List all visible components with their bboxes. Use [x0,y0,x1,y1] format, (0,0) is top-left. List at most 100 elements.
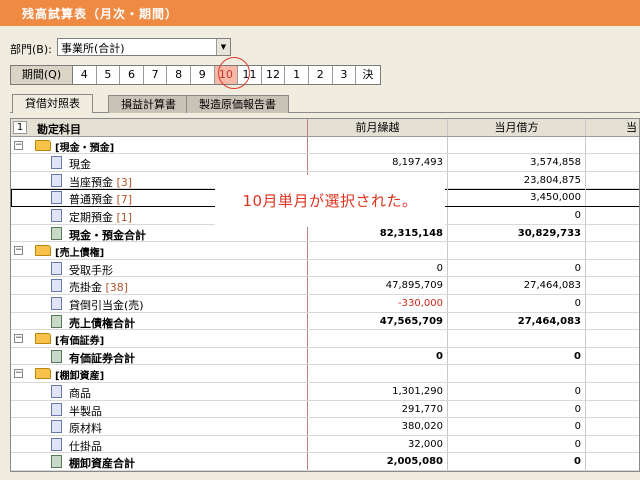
total-row[interactable]: 有価証券合計 0 0 [11,347,639,366]
debit-cell: 3,574,858 [448,154,586,171]
period-month-4[interactable]: 8 [167,66,191,84]
account-row[interactable]: 現金 8,197,493 3,574,858 [11,154,639,172]
credit-cell [586,154,639,171]
prev-balance-cell [308,242,448,259]
debit-cell [448,242,586,259]
prev-balance-cell: 47,565,709 [308,312,448,330]
period-button[interactable]: 期間(Q) [11,66,73,84]
account-name: 貸倒引当金(売) [69,297,144,313]
period-month-5[interactable]: 9 [191,66,215,84]
account-name: [棚卸資産] [55,367,104,382]
total-doc-icon [51,349,62,363]
credit-cell [586,436,639,453]
folder-icon [35,245,51,257]
total-row[interactable]: 売上債権合計 47,565,709 27,464,083 [11,312,639,331]
account-name: [売上債権] [55,244,104,259]
account-name: 普通預金 [7] [69,191,132,207]
tab-manufacturing-cost[interactable]: 製造原価報告書 [186,95,289,113]
credit-cell [586,207,639,224]
debit-cell: 0 [448,383,586,400]
account-row[interactable]: 商品 1,301,290 0 [11,383,639,401]
collapse-toggle-icon[interactable]: − [14,246,23,256]
debit-cell: 27,464,083 [448,312,586,330]
debit-cell: 0 [448,435,586,453]
account-name: 現金・預金合計 [69,227,146,243]
account-name-text: 棚卸資産合計 [69,457,135,471]
account-name-text: 当座預金 [69,175,113,189]
account-name: 半製品 [69,403,102,419]
credit-cell [586,383,639,400]
account-name: 当座預金 [3] [69,174,132,190]
collapse-toggle-icon[interactable]: − [14,334,23,344]
period-month-2[interactable]: 6 [120,66,144,84]
period-month-11[interactable]: 3 [333,66,357,84]
prev-balance-cell: -330,000 [308,295,448,312]
column-header-account[interactable]: 勘定科目 [37,121,81,137]
collapse-toggle-icon[interactable]: − [14,140,23,150]
chevron-down-icon[interactable]: ▼ [216,39,230,55]
account-name: [有価証券] [55,332,104,347]
account-doc-icon [51,420,62,434]
tab-balance-sheet[interactable]: 貸借対照表 [12,94,93,113]
account-name: 原材料 [69,420,102,436]
callout-note: 10月単月が選択された。 [215,175,445,227]
account-row[interactable]: 原材料 380,020 0 [11,418,639,436]
column-header-prev-balance[interactable]: 前月繰越 [308,119,448,136]
credit-cell [586,313,639,330]
debit-cell: 0 [448,418,586,435]
period-month-3[interactable]: 7 [144,66,168,84]
department-select[interactable]: 事業所(合計) ▼ [57,38,231,56]
account-doc-icon [51,209,62,222]
row-number-header[interactable]: 1 [13,121,27,134]
account-name: 棚卸資産合計 [69,455,135,471]
category-row[interactable]: − [現金・預金] [11,136,639,155]
period-month-1[interactable]: 5 [97,66,121,84]
period-month-10[interactable]: 2 [309,66,333,84]
account-doc-icon [51,191,62,205]
period-month-0[interactable]: 4 [73,66,97,84]
prev-balance-cell: 380,020 [308,418,448,435]
period-month-9[interactable]: 1 [285,66,309,84]
prev-balance-cell: 2,005,080 [308,453,448,470]
category-row[interactable]: − [売上債権] [11,242,639,260]
prev-balance-cell: 0 [308,259,448,277]
account-row[interactable]: 貸倒引当金(売) -330,000 0 [11,295,639,313]
account-name-text: 原材料 [69,422,102,436]
total-row[interactable]: 棚卸資産合計 2,005,080 0 [11,453,639,471]
prev-balance-cell: 0 [308,347,448,365]
tab-income-statement[interactable]: 損益計算書 [108,95,189,113]
account-row[interactable]: 仕掛品 32,000 0 [11,435,639,454]
period-selector: 期間(Q) 4 5 6 7 8 9 10 11 12 1 2 3 決 [10,65,381,85]
account-row[interactable]: 受取手形 0 0 [11,259,639,278]
period-month-8[interactable]: 12 [262,66,286,84]
prev-balance-cell: 32,000 [308,435,448,453]
prev-balance-cell: 47,895,709 [308,277,448,294]
debit-cell [448,330,586,347]
credit-cell [586,418,639,435]
account-name-text: 仕掛品 [69,439,102,453]
category-row[interactable]: − [棚卸資産] [11,365,639,383]
account-doc-icon [51,261,62,275]
total-doc-icon [51,314,62,328]
category-row[interactable]: − [有価証券] [11,330,639,348]
account-count-badge: [3] [116,175,133,189]
account-row[interactable]: 半製品 291,770 0 [11,400,639,419]
credit-cell [586,225,639,242]
account-row[interactable]: 売掛金 [38] 47,895,709 27,464,083 [11,277,639,295]
debit-cell [448,365,586,382]
period-month-7[interactable]: 11 [238,66,262,84]
period-month-12[interactable]: 決 [356,66,380,84]
account-name: 売掛金 [38] [69,279,128,295]
column-header-credit[interactable]: 当 [586,119,639,136]
credit-cell [586,453,639,470]
prev-balance-cell: 1,301,290 [308,383,448,400]
column-header-debit[interactable]: 当月借方 [448,119,586,136]
total-doc-icon [51,455,62,469]
collapse-toggle-icon[interactable]: − [14,369,23,379]
total-row[interactable]: 現金・預金合計 82,315,148 30,829,733 [11,224,639,243]
folder-icon [35,333,51,345]
period-month-6[interactable]: 10 [214,66,239,84]
account-name-text: 現金・預金合計 [69,228,146,242]
credit-cell [586,365,639,382]
prev-balance-cell: 8,197,493 [308,154,448,171]
